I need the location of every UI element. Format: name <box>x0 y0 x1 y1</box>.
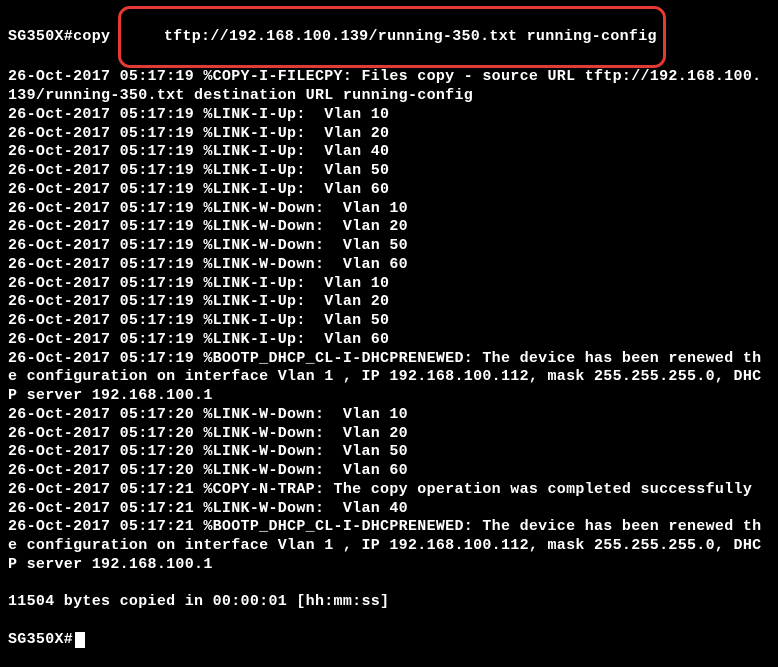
log-line: 11504 bytes copied in 00:00:01 [hh:mm:ss… <box>8 593 770 612</box>
log-line: 26-Oct-2017 05:17:20 %LINK-W-Down: Vlan … <box>8 406 770 425</box>
cursor-icon <box>75 632 85 648</box>
log-line: 26-Oct-2017 05:17:19 %LINK-I-Up: Vlan 20 <box>8 125 770 144</box>
highlighted-command: tftp://192.168.100.139/running-350.txt r… <box>118 6 666 68</box>
log-line: 26-Oct-2017 05:17:19 %LINK-I-Up: Vlan 50 <box>8 312 770 331</box>
log-line <box>8 612 770 631</box>
log-line: 26-Oct-2017 05:17:19 %LINK-I-Up: Vlan 60 <box>8 181 770 200</box>
command-line[interactable]: SG350X#copy tftp://192.168.100.139/runni… <box>8 6 770 68</box>
prompt-2: SG350X# <box>8 631 73 650</box>
log-line: 26-Oct-2017 05:17:19 %LINK-I-Up: Vlan 50 <box>8 162 770 181</box>
log-line: 26-Oct-2017 05:17:19 %LINK-I-Up: Vlan 10 <box>8 106 770 125</box>
log-line: 26-Oct-2017 05:17:20 %LINK-W-Down: Vlan … <box>8 462 770 481</box>
log-line: 26-Oct-2017 05:17:19 %LINK-W-Down: Vlan … <box>8 200 770 219</box>
log-line: 26-Oct-2017 05:17:21 %COPY-N-TRAP: The c… <box>8 481 770 500</box>
log-line: 26-Oct-2017 05:17:19 %LINK-I-Up: Vlan 60 <box>8 331 770 350</box>
log-line: 26-Oct-2017 05:17:21 %BOOTP_DHCP_CL-I-DH… <box>8 518 770 574</box>
log-line: 26-Oct-2017 05:17:19 %LINK-W-Down: Vlan … <box>8 237 770 256</box>
command-text: tftp://192.168.100.139/running-350.txt r… <box>164 28 657 45</box>
log-line: 26-Oct-2017 05:17:19 %LINK-I-Up: Vlan 40 <box>8 143 770 162</box>
log-line: 26-Oct-2017 05:17:19 %LINK-I-Up: Vlan 10 <box>8 275 770 294</box>
log-line: 26-Oct-2017 05:17:19 %COPY-I-FILECPY: Fi… <box>8 68 770 106</box>
log-line: 26-Oct-2017 05:17:19 %LINK-I-Up: Vlan 20 <box>8 293 770 312</box>
log-line: 26-Oct-2017 05:17:19 %LINK-W-Down: Vlan … <box>8 218 770 237</box>
log-line: 26-Oct-2017 05:17:20 %LINK-W-Down: Vlan … <box>8 443 770 462</box>
log-line: 26-Oct-2017 05:17:19 %BOOTP_DHCP_CL-I-DH… <box>8 350 770 406</box>
terminal-output: 26-Oct-2017 05:17:19 %COPY-I-FILECPY: Fi… <box>8 68 770 631</box>
log-line: 26-Oct-2017 05:17:19 %LINK-W-Down: Vlan … <box>8 256 770 275</box>
prompt: SG350X#copy <box>8 28 120 47</box>
log-line: 26-Oct-2017 05:17:20 %LINK-W-Down: Vlan … <box>8 425 770 444</box>
log-line: 26-Oct-2017 05:17:21 %LINK-W-Down: Vlan … <box>8 500 770 519</box>
log-line <box>8 575 770 594</box>
prompt-line[interactable]: SG350X# <box>8 631 770 650</box>
